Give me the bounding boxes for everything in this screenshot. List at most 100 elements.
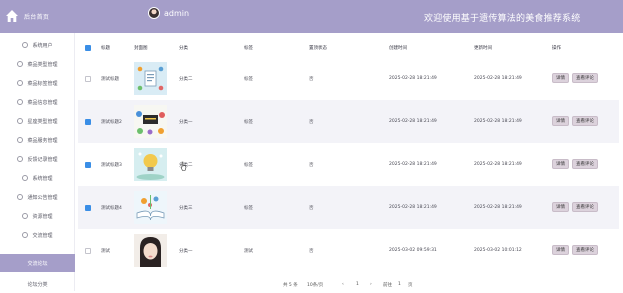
user-menu[interactable]: admin [148,7,189,19]
cover-image-open-book [134,191,167,224]
sidebar-item-label: 资源管理 [32,213,53,220]
menu-icon [17,156,24,162]
sidebar-item-feedback[interactable]: 反馈记录管理 [0,150,75,168]
column-header-category: 分类 [179,46,188,51]
detail-button[interactable]: 详情 [552,116,569,126]
home-icon[interactable] [5,9,19,23]
row-title: 测试标题4 [101,206,122,211]
folder-icon [22,213,29,219]
row-title: 测试标题3 [101,163,122,168]
sidebar-item-label: 星座类型管理 [27,118,58,125]
row-tag: 标签 [244,163,253,168]
row-checkbox[interactable] [85,248,91,254]
sidebar-item-label: 菜品服务管理 [27,137,58,144]
detail-button[interactable]: 详情 [552,202,569,212]
row-tag: 测试 [244,249,253,254]
row-recommend: 否 [309,249,314,254]
pager-page-size[interactable]: 10条/页 [307,282,323,288]
menu-icon [17,99,24,105]
row-updated: 2025-02-28 18:21:49 [474,76,522,81]
username: admin [164,8,190,18]
row-checkbox[interactable] [85,162,91,168]
system-title[interactable]: 后台首页 [24,12,49,21]
pager-next-button[interactable]: › [370,282,372,287]
sidebar-item-label: 菜品类型管理 [27,61,58,68]
row-created: 2025-02-28 18:21:49 [389,205,437,210]
row-created: 2025-02-28 18:21:49 [389,76,437,81]
row-updated: 2025-03-02 10:01:12 [474,248,522,253]
view-comments-button[interactable]: 查看评论 [572,159,598,169]
pager-prev-button[interactable]: ‹ [342,282,344,287]
chat-icon [22,232,29,238]
table-row: 测试标题4 分类三 标签 否 2025-02-28 18:21:49 2025-… [78,186,619,229]
sidebar-item-dish-info[interactable]: 菜品信息管理 [0,93,75,111]
hand-cursor-icon [180,161,187,171]
row-updated: 2025-02-28 18:21:49 [474,205,522,210]
sidebar-item-label: 菜品标签管理 [27,80,58,87]
detail-button[interactable]: 详情 [552,73,569,83]
row-tag: 标签 [244,77,253,82]
menu-icon [17,61,24,67]
row-updated: 2025-02-28 18:21:49 [474,119,522,124]
row-recommend: 否 [309,206,314,211]
row-created: 2025-02-28 18:21:49 [389,119,437,124]
sidebar-item-forum[interactable]: 交流论坛 [0,254,75,272]
cover-image-idea-people [134,105,167,138]
row-category: 分类三 [179,206,193,211]
sidebar-item-resource[interactable]: 资源管理 [0,207,75,225]
pager-goto-input[interactable]: 1 [398,282,401,287]
table-row: 测试标题3 分类二 标签 否 2025-02-28 18:21:49 2025-… [78,143,619,186]
menu-icon [17,80,24,86]
column-header-recommend: 置顶状态 [309,46,327,51]
sidebar-item-label: 交流管理 [32,232,53,239]
sidebar-item-dish-tag[interactable]: 菜品标签管理 [0,74,75,92]
cover-image-lightbulb [134,148,167,181]
sidebar-item-notice[interactable]: 通知公告管理 [0,188,75,206]
user-icon [22,42,29,48]
detail-button[interactable]: 详情 [552,245,569,255]
column-header-title[interactable]: 标题 [101,45,110,51]
sidebar-item-star-type[interactable]: 星座类型管理 [0,112,75,130]
row-checkbox[interactable] [85,76,91,82]
sidebar: 系统用户 菜品类型管理 菜品标签管理 菜品信息管理 星座类型管理 菜品服务管理 … [0,33,75,291]
sidebar-item-forum-category[interactable]: 论坛分类 [0,275,75,293]
view-comments-button[interactable]: 查看评论 [572,202,598,212]
pager-page-suffix: 页 [408,283,413,288]
welcome-text: 欢迎使用基于遗传算法的美食推荐系统 [424,14,581,24]
sidebar-item-label: 菜品信息管理 [27,99,58,106]
row-checkbox[interactable] [85,205,91,211]
view-comments-button[interactable]: 查看评论 [572,116,598,126]
pager-goto-label: 前往 [383,283,392,288]
menu-icon [17,118,24,124]
sidebar-item-label: 系统管理 [32,175,53,182]
avatar [148,7,160,19]
column-header-updated: 更新时间 [474,46,492,51]
pager-total: 共 5 条 [283,283,298,288]
table-row: 测试 分类一 测试 否 2025-03-02 09:59:31 2025-03-… [78,229,619,272]
view-comments-button[interactable]: 查看评论 [572,73,598,83]
row-recommend: 否 [309,120,314,125]
sidebar-item-exchange[interactable]: 交流管理 [0,226,75,244]
sidebar-item-users[interactable]: 系统用户 [0,36,75,54]
column-header-cover: 封面图 [134,46,148,51]
pager-page-number[interactable]: 1 [356,282,359,287]
sidebar-item-system[interactable]: 系统管理 [0,169,75,187]
sidebar-item-label: 交流论坛 [27,260,48,267]
sidebar-item-dish-service[interactable]: 菜品服务管理 [0,131,75,149]
menu-icon [17,137,24,143]
row-title: 测试标题 [101,77,119,82]
gear-icon [22,175,29,181]
sidebar-item-dish-type[interactable]: 菜品类型管理 [0,55,75,73]
row-tag: 标签 [244,206,253,211]
select-all-checkbox[interactable] [85,45,91,51]
sidebar-item-label: 通知公告管理 [27,194,58,201]
sidebar-item-label: 系统用户 [32,42,53,49]
row-category: 分类一 [179,249,193,254]
cover-image-food-icons [134,62,167,95]
view-comments-button[interactable]: 查看评论 [572,245,598,255]
detail-button[interactable]: 详情 [552,159,569,169]
row-recommend: 否 [309,77,314,82]
main-content: 标题 封面图 分类 标签 置顶状态 创建时间 更新时间 操作 测试标题 分类二 … [78,33,623,291]
row-checkbox[interactable] [85,119,91,125]
row-recommend: 否 [309,163,314,168]
